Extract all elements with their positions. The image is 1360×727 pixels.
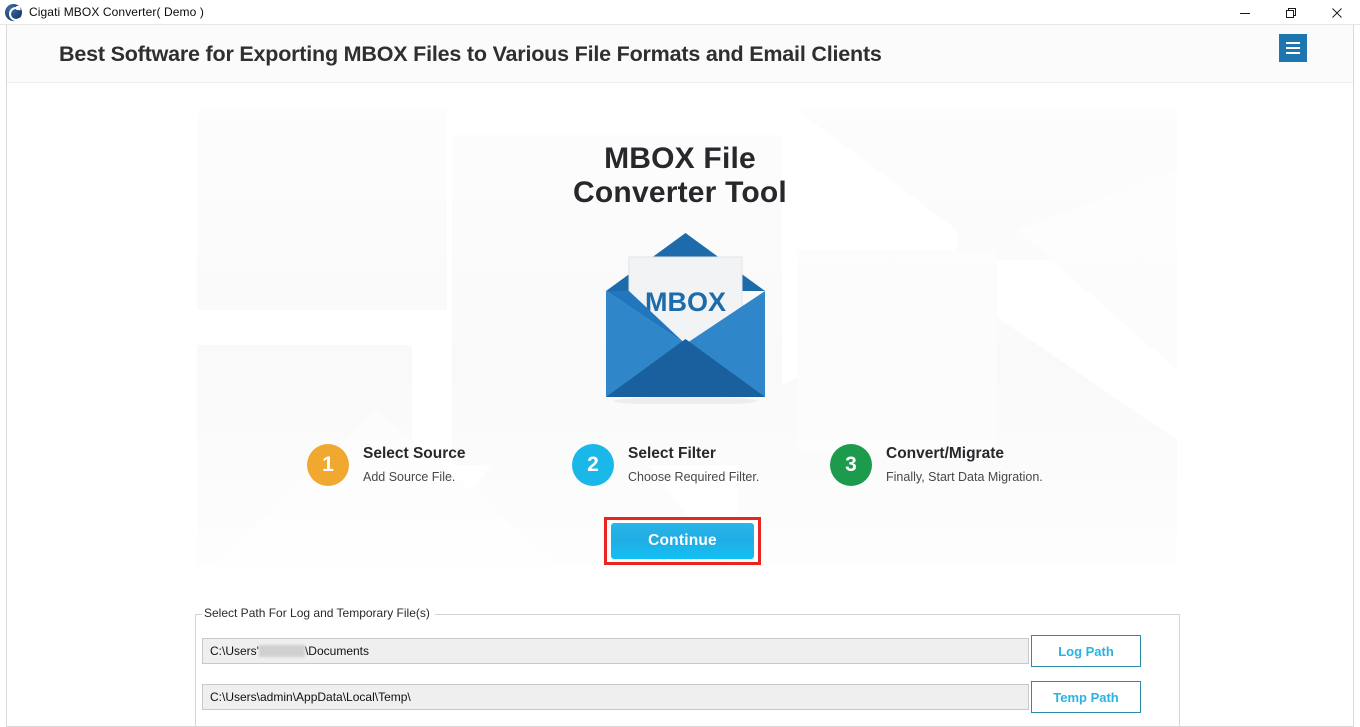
banner-title: Best Software for Exporting MBOX Files t… [59,42,882,66]
log-path-row: C:\Users' \Documents Log Path [202,635,1174,667]
temp-path-input[interactable]: C:\Users\admin\AppData\Local\Temp\ [202,684,1029,710]
step-1-title: Select Source [363,445,466,462]
path-settings-legend: Select Path For Log and Temporary File(s… [202,606,435,620]
log-path-button[interactable]: Log Path [1031,635,1141,667]
path-settings-group: Select Path For Log and Temporary File(s… [195,606,1180,726]
log-path-input[interactable]: C:\Users' \Documents [202,638,1029,664]
title-bar-left: Cigati MBOX Converter( Demo ) [0,3,204,21]
temp-path-row: C:\Users\admin\AppData\Local\Temp\ Temp … [202,681,1174,713]
cigati-logo-icon [5,3,23,21]
step-select-filter: 2 Select Filter Choose Required Filter. [572,441,830,487]
step-1-badge: 1 [307,444,349,486]
restore-icon[interactable] [1268,0,1314,25]
log-path-value: C:\Users' \Documents [210,644,369,658]
step-2-title: Select Filter [628,445,716,462]
step-2-subtitle: Choose Required Filter. [628,470,760,484]
step-2-badge: 2 [572,444,614,486]
step-3-subtitle: Finally, Start Data Migration. [886,470,1043,484]
hamburger-menu-icon[interactable] [1279,34,1307,62]
step-3-title: Convert/Migrate [886,445,1004,462]
application-window: Best Software for Exporting MBOX Files t… [6,25,1354,727]
step-1-subtitle: Add Source File. [363,470,456,484]
envelope-label: MBOX [645,287,726,317]
continue-button[interactable]: Continue [611,523,754,559]
step-3-badge: 3 [830,444,872,486]
mbox-envelope-icon: MBOX [606,233,765,404]
window-title: Cigati MBOX Converter( Demo ) [29,5,204,19]
hero-title-line1: MBOX File [604,142,756,175]
header-banner: Best Software for Exporting MBOX Files t… [7,25,1353,83]
redacted-username [258,645,305,657]
step-select-source: 1 Select Source Add Source File. [307,441,572,487]
step-convert-migrate: 3 Convert/Migrate Finally, Start Data Mi… [830,441,1062,487]
window-controls [1222,0,1360,25]
temp-path-value: C:\Users\admin\AppData\Local\Temp\ [210,690,411,704]
hero-section: MBOX File Converter Tool MBOX 1 Select S… [7,84,1353,566]
close-icon[interactable] [1314,0,1360,25]
continue-button-highlight: Continue [604,517,761,565]
hero-title: MBOX File Converter Tool [7,142,1353,210]
hero-title-line2: Converter Tool [573,176,787,209]
minimize-icon[interactable] [1222,0,1268,25]
steps-row: 1 Select Source Add Source File. 2 Selec… [307,441,1062,487]
temp-path-button[interactable]: Temp Path [1031,681,1141,713]
window-title-bar: Cigati MBOX Converter( Demo ) [0,0,1360,25]
